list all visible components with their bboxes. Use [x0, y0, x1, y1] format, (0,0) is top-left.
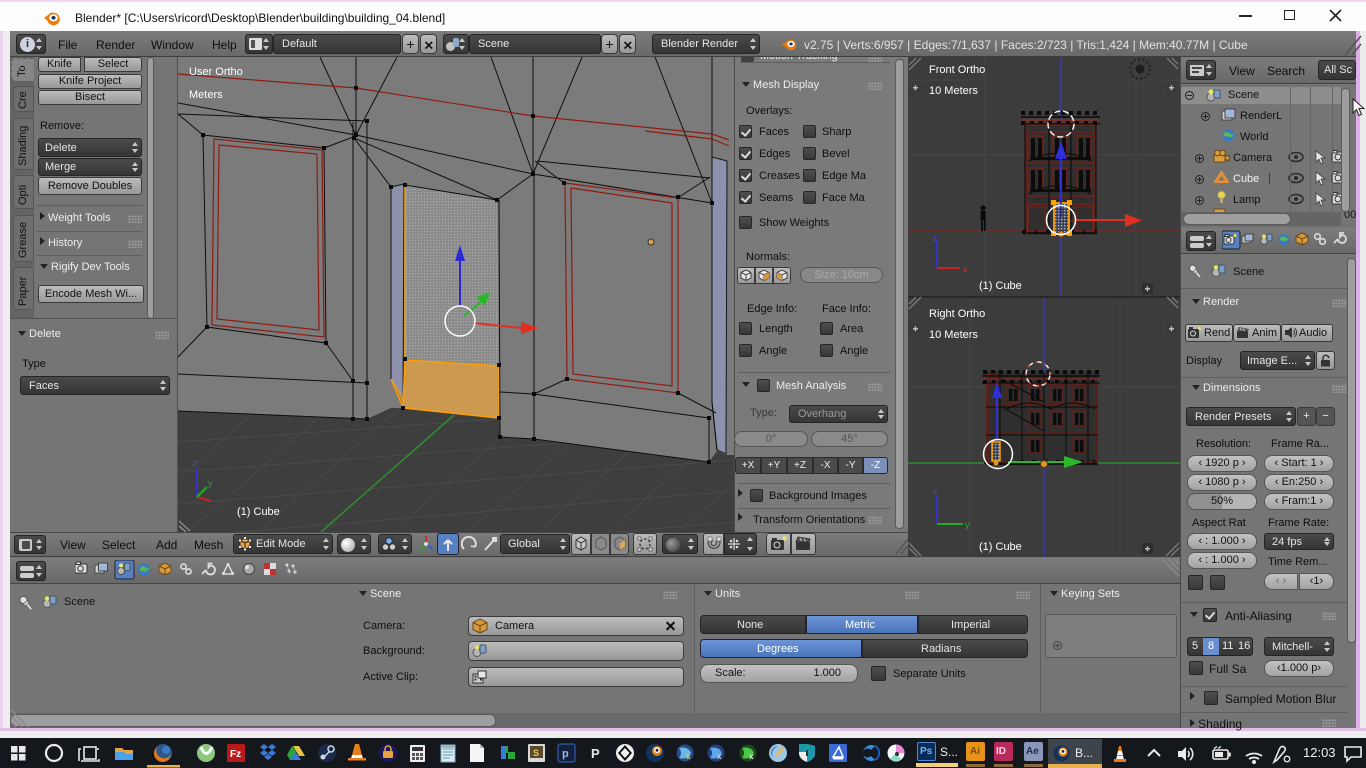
svg-text:z: z — [192, 458, 197, 468]
svg-text:(1) Cube: (1) Cube — [237, 506, 280, 518]
svg-text:10 Meters: 10 Meters — [929, 85, 978, 97]
svg-text:y: y — [208, 478, 213, 488]
svg-text:Front Ortho: Front Ortho — [929, 64, 985, 76]
svg-text:x: x — [686, 752, 691, 761]
svg-text:x: x — [963, 264, 968, 274]
svg-text:Meters: Meters — [189, 89, 223, 101]
svg-text:y: y — [965, 520, 970, 530]
svg-text:x: x — [749, 752, 754, 761]
svg-text:(1) Cube: (1) Cube — [979, 280, 1022, 292]
svg-text:z: z — [933, 486, 938, 496]
svg-text:S: S — [533, 748, 539, 758]
svg-text:User Ortho: User Ortho — [189, 66, 243, 78]
svg-text:10 Meters: 10 Meters — [929, 329, 978, 341]
svg-text:P: P — [591, 746, 600, 761]
svg-text:(1) Cube: (1) Cube — [979, 541, 1022, 553]
svg-text:Fz: Fz — [230, 749, 241, 760]
svg-text:x: x — [717, 752, 722, 761]
svg-text:z: z — [933, 233, 938, 243]
svg-text:Right Ortho: Right Ortho — [929, 308, 985, 320]
svg-text:p: p — [562, 748, 569, 760]
